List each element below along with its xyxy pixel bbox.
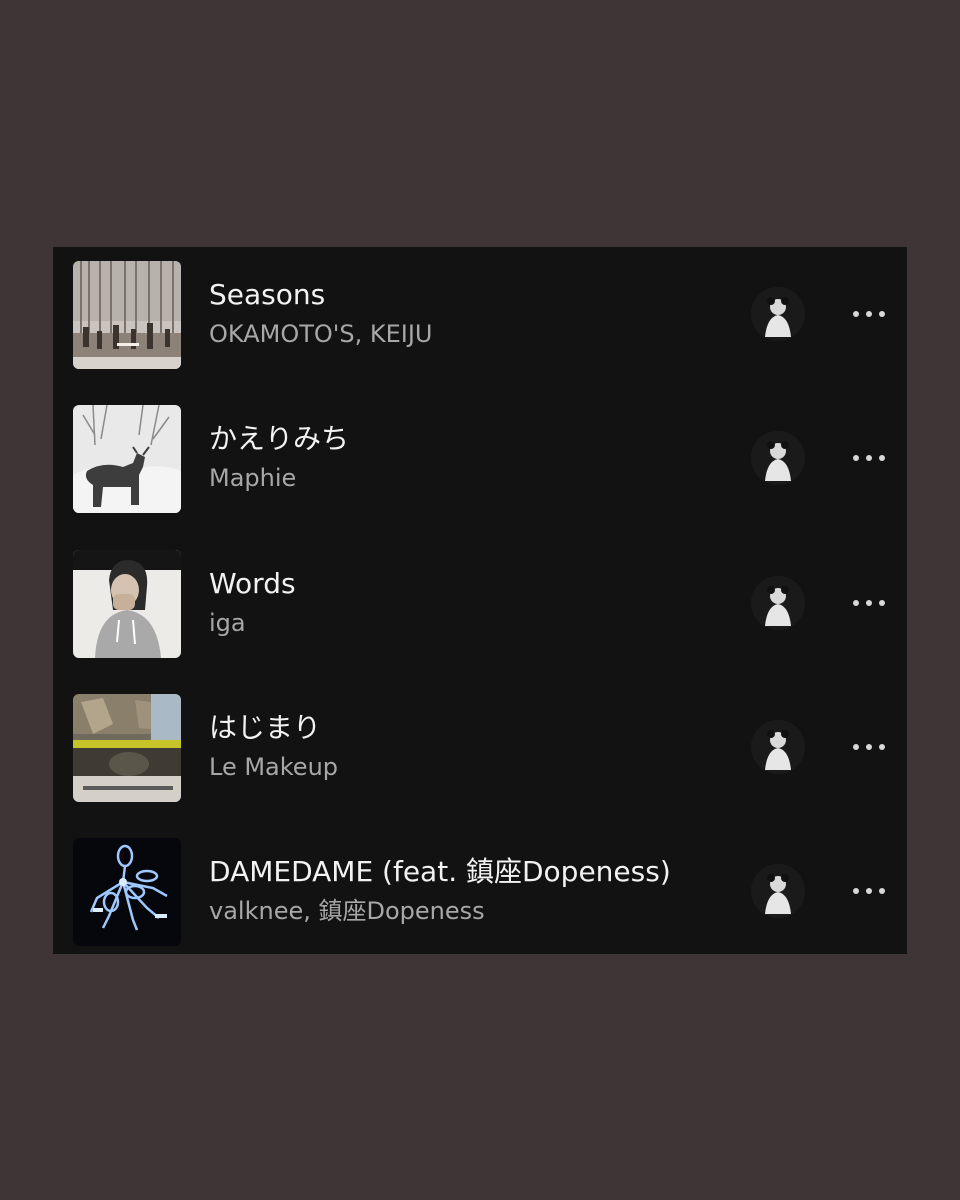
- more-options-button[interactable]: [841, 588, 897, 618]
- more-options-button[interactable]: [841, 876, 897, 906]
- track-artist[interactable]: OKAMOTO'S, KEIJU: [209, 319, 729, 349]
- more-options-button[interactable]: [841, 299, 897, 329]
- track-artist[interactable]: Maphie: [209, 463, 729, 493]
- more-options-icon: [853, 888, 859, 894]
- more-options-icon: [853, 455, 859, 461]
- more-options-icon: [853, 311, 859, 317]
- user-avatar-icon[interactable]: [751, 576, 805, 630]
- track-title[interactable]: かえりみち: [209, 422, 729, 456]
- track-row[interactable]: はじまり Le Makeup: [53, 694, 907, 804]
- user-avatar-icon[interactable]: [751, 864, 805, 918]
- track-artist[interactable]: Le Makeup: [209, 752, 729, 782]
- more-options-button[interactable]: [841, 443, 897, 473]
- album-art-damedame[interactable]: [73, 838, 181, 946]
- track-title[interactable]: Seasons: [209, 278, 729, 312]
- track-row[interactable]: DAMEDAME (feat. 鎮座Dopeness) valknee, 鎮座D…: [53, 838, 907, 948]
- track-title[interactable]: はじまり: [209, 711, 729, 745]
- more-options-icon: [853, 600, 859, 606]
- track-row[interactable]: Seasons OKAMOTO'S, KEIJU: [53, 261, 907, 371]
- track-row[interactable]: Words iga: [53, 550, 907, 660]
- track-title[interactable]: Words: [209, 567, 729, 601]
- track-artist[interactable]: iga: [209, 608, 729, 638]
- user-avatar-icon[interactable]: [751, 431, 805, 485]
- user-avatar-icon[interactable]: [751, 287, 805, 341]
- album-art-seasons[interactable]: [73, 261, 181, 369]
- track-list: Seasons OKAMOTO'S, KEIJU かえりみち Maphie Wo…: [53, 247, 907, 954]
- user-avatar-icon[interactable]: [751, 720, 805, 774]
- more-options-icon: [853, 744, 859, 750]
- album-art-words[interactable]: [73, 550, 181, 658]
- album-art-kaerimichi[interactable]: [73, 405, 181, 513]
- track-title[interactable]: DAMEDAME (feat. 鎮座Dopeness): [209, 855, 729, 889]
- album-art-hajimari[interactable]: [73, 694, 181, 802]
- track-artist[interactable]: valknee, 鎮座Dopeness: [209, 896, 729, 926]
- more-options-button[interactable]: [841, 732, 897, 762]
- track-row[interactable]: かえりみち Maphie: [53, 405, 907, 515]
